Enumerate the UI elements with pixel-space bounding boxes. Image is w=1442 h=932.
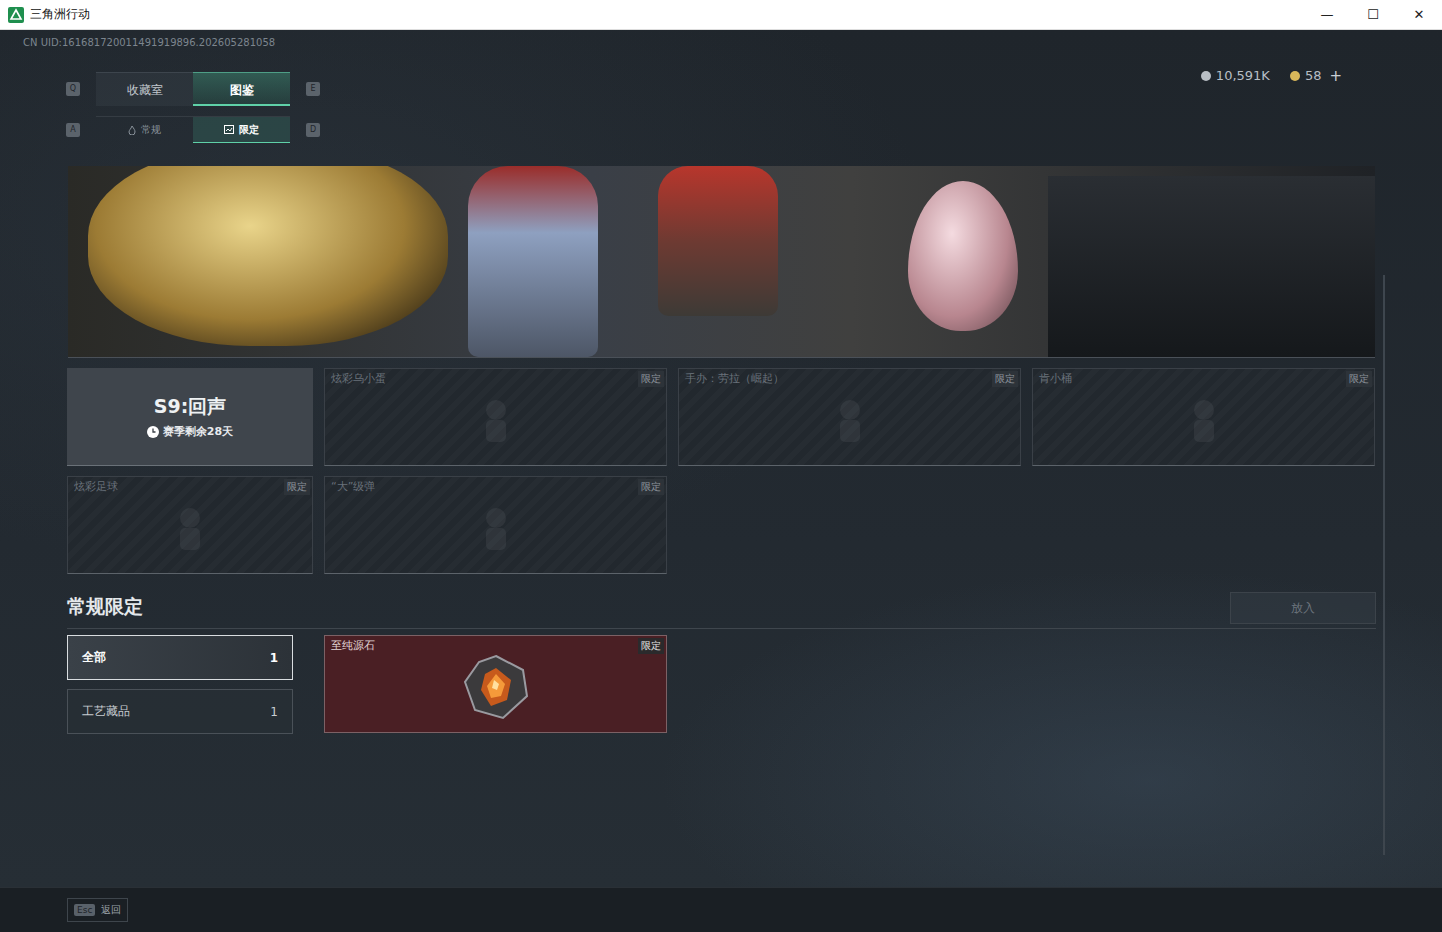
collection-card[interactable]: “大”级弹 限定 <box>324 476 667 574</box>
key-hint: Q <box>66 82 80 96</box>
filter-item[interactable]: 工艺藏品1 <box>67 689 293 734</box>
item-silhouette-icon <box>170 504 210 554</box>
item-silhouette-icon <box>476 396 516 446</box>
limited-badge: 限定 <box>638 371 664 387</box>
season-card: S9:回声 赛季剩余28天 <box>67 368 313 466</box>
game-window: 三角洲行动 —☐✕ CN UID:161681720011491919896.2… <box>0 0 1442 932</box>
window-title: 三角洲行动 <box>30 6 90 23</box>
season-banner <box>68 166 1375 358</box>
clock-icon <box>147 426 159 438</box>
collection-card[interactable]: 炫彩足球 限定 <box>67 476 313 574</box>
sub-tab[interactable]: 常规 <box>96 116 193 143</box>
currency-bar: 10,591K 58 + <box>1201 68 1342 143</box>
coin-icon <box>1201 71 1211 81</box>
limited-badge: 限定 <box>992 371 1018 387</box>
key-hint: A <box>66 123 80 137</box>
collection-card[interactable]: 肯小桶 限定 <box>1032 368 1375 466</box>
sub-tabs: A 常规 限定 D <box>66 116 320 143</box>
scrollbar[interactable] <box>1383 275 1385 855</box>
regular-icon <box>128 125 136 135</box>
footer-bar: Esc 返回 <box>0 887 1442 932</box>
limited-badge: 限定 <box>284 479 310 495</box>
uid-text: CN UID:161681720011491919896.20260528105… <box>0 30 1442 56</box>
limited-badge: 限定 <box>1346 371 1372 387</box>
title-bar: 三角洲行动 —☐✕ <box>0 0 1442 30</box>
coin-icon <box>1290 71 1300 81</box>
limited-badge: 限定 <box>638 638 664 654</box>
main-area: CN UID:161681720011491919896.20260528105… <box>0 30 1442 887</box>
item-silhouette-icon <box>476 504 516 554</box>
collection-card[interactable]: 至纯源石 限定 <box>324 635 667 733</box>
add-currency-button[interactable]: + <box>1329 68 1342 84</box>
nav-tab[interactable]: 图鉴 <box>193 72 290 106</box>
item-silhouette-icon <box>830 396 870 446</box>
item-silhouette-icon <box>1184 396 1224 446</box>
limited-icon <box>224 125 234 134</box>
game-logo-icon <box>8 7 24 23</box>
key-hint: E <box>306 82 320 96</box>
window-control[interactable]: — <box>1304 0 1350 30</box>
collection-card[interactable]: 炫彩乌小蛋 限定 <box>324 368 667 466</box>
window-control[interactable]: ✕ <box>1396 0 1442 30</box>
nav-tab[interactable]: 收藏室 <box>96 72 193 106</box>
section-header: 常规限定 放入 <box>67 592 1376 629</box>
filter-item[interactable]: 全部1 <box>67 635 293 680</box>
nav-tabs: Q 收藏室图鉴 E <box>66 72 320 106</box>
put-in-button[interactable]: 放入 <box>1230 592 1376 624</box>
window-control[interactable]: ☐ <box>1350 0 1396 30</box>
sub-tab[interactable]: 限定 <box>193 116 290 143</box>
currency: 10,591K <box>1201 68 1270 83</box>
key-hint: D <box>306 123 320 137</box>
season-grid: S9:回声 赛季剩余28天 炫彩乌小蛋 限定 手办：劳拉（崛起） 限定 肯小桶 … <box>67 368 1442 574</box>
back-button[interactable]: Esc 返回 <box>67 898 128 922</box>
limited-badge: 限定 <box>638 479 664 495</box>
currency: 58 <box>1290 68 1322 83</box>
source-stone-icon <box>461 654 531 720</box>
collection-card[interactable]: 手办：劳拉（崛起） 限定 <box>678 368 1021 466</box>
filter-list: 全部1 工艺藏品1 <box>67 635 293 734</box>
